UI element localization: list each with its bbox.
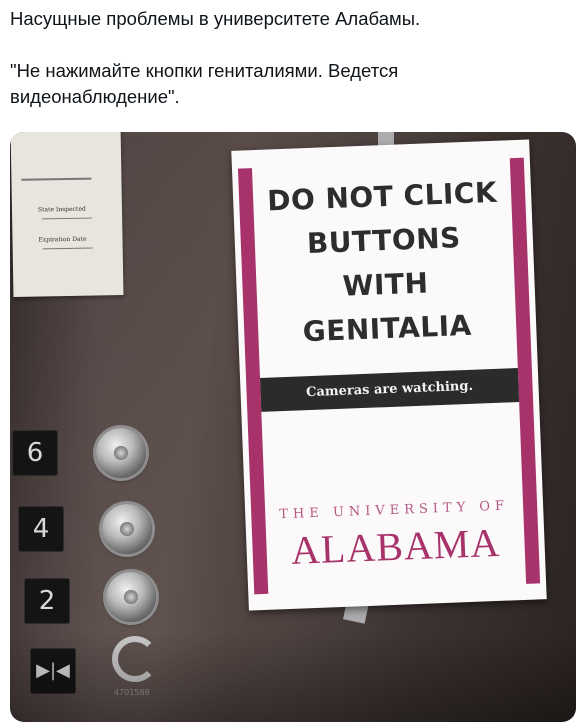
floor-button-2[interactable] [106, 572, 156, 622]
sign-line-4: GENITALIA [302, 308, 473, 349]
certificate-rule [21, 177, 92, 181]
floor-button-6[interactable] [96, 428, 146, 478]
warning-sign: DO NOT CLICK BUTTONS WITH GENITALIA Came… [231, 139, 547, 611]
inspection-certificate: State Inspected Expiration Date [10, 132, 124, 297]
alabama-wordmark: ALABAMA [290, 519, 501, 573]
tweet-photo[interactable]: State Inspected Expiration Date DO NOT C… [10, 132, 576, 722]
floor-label-2: 2 [24, 578, 70, 624]
photo-vignette [10, 632, 576, 722]
floor-button-4[interactable] [102, 504, 152, 554]
floor-label-4: 4 [18, 506, 64, 552]
certificate-line-1: State Inspected [37, 205, 86, 214]
tweet-line-2: "Не нажимайте кнопки гениталиями. Ведетс… [10, 60, 399, 107]
floor-label-6: 6 [12, 430, 58, 476]
certificate-line-2: Expiration Date [38, 235, 87, 244]
certificate-rule [42, 217, 93, 220]
sign-line-1: DO NOT CLICK [266, 175, 498, 218]
certificate-rule [42, 247, 93, 250]
tweet-line-1: Насущные проблемы в университете Алабамы… [10, 8, 421, 29]
sign-headline: DO NOT CLICK BUTTONS WITH GENITALIA [258, 170, 511, 355]
cameras-banner: Cameras are watching. [260, 368, 520, 412]
tweet-text: Насущные проблемы в университете Алабамы… [10, 6, 570, 110]
